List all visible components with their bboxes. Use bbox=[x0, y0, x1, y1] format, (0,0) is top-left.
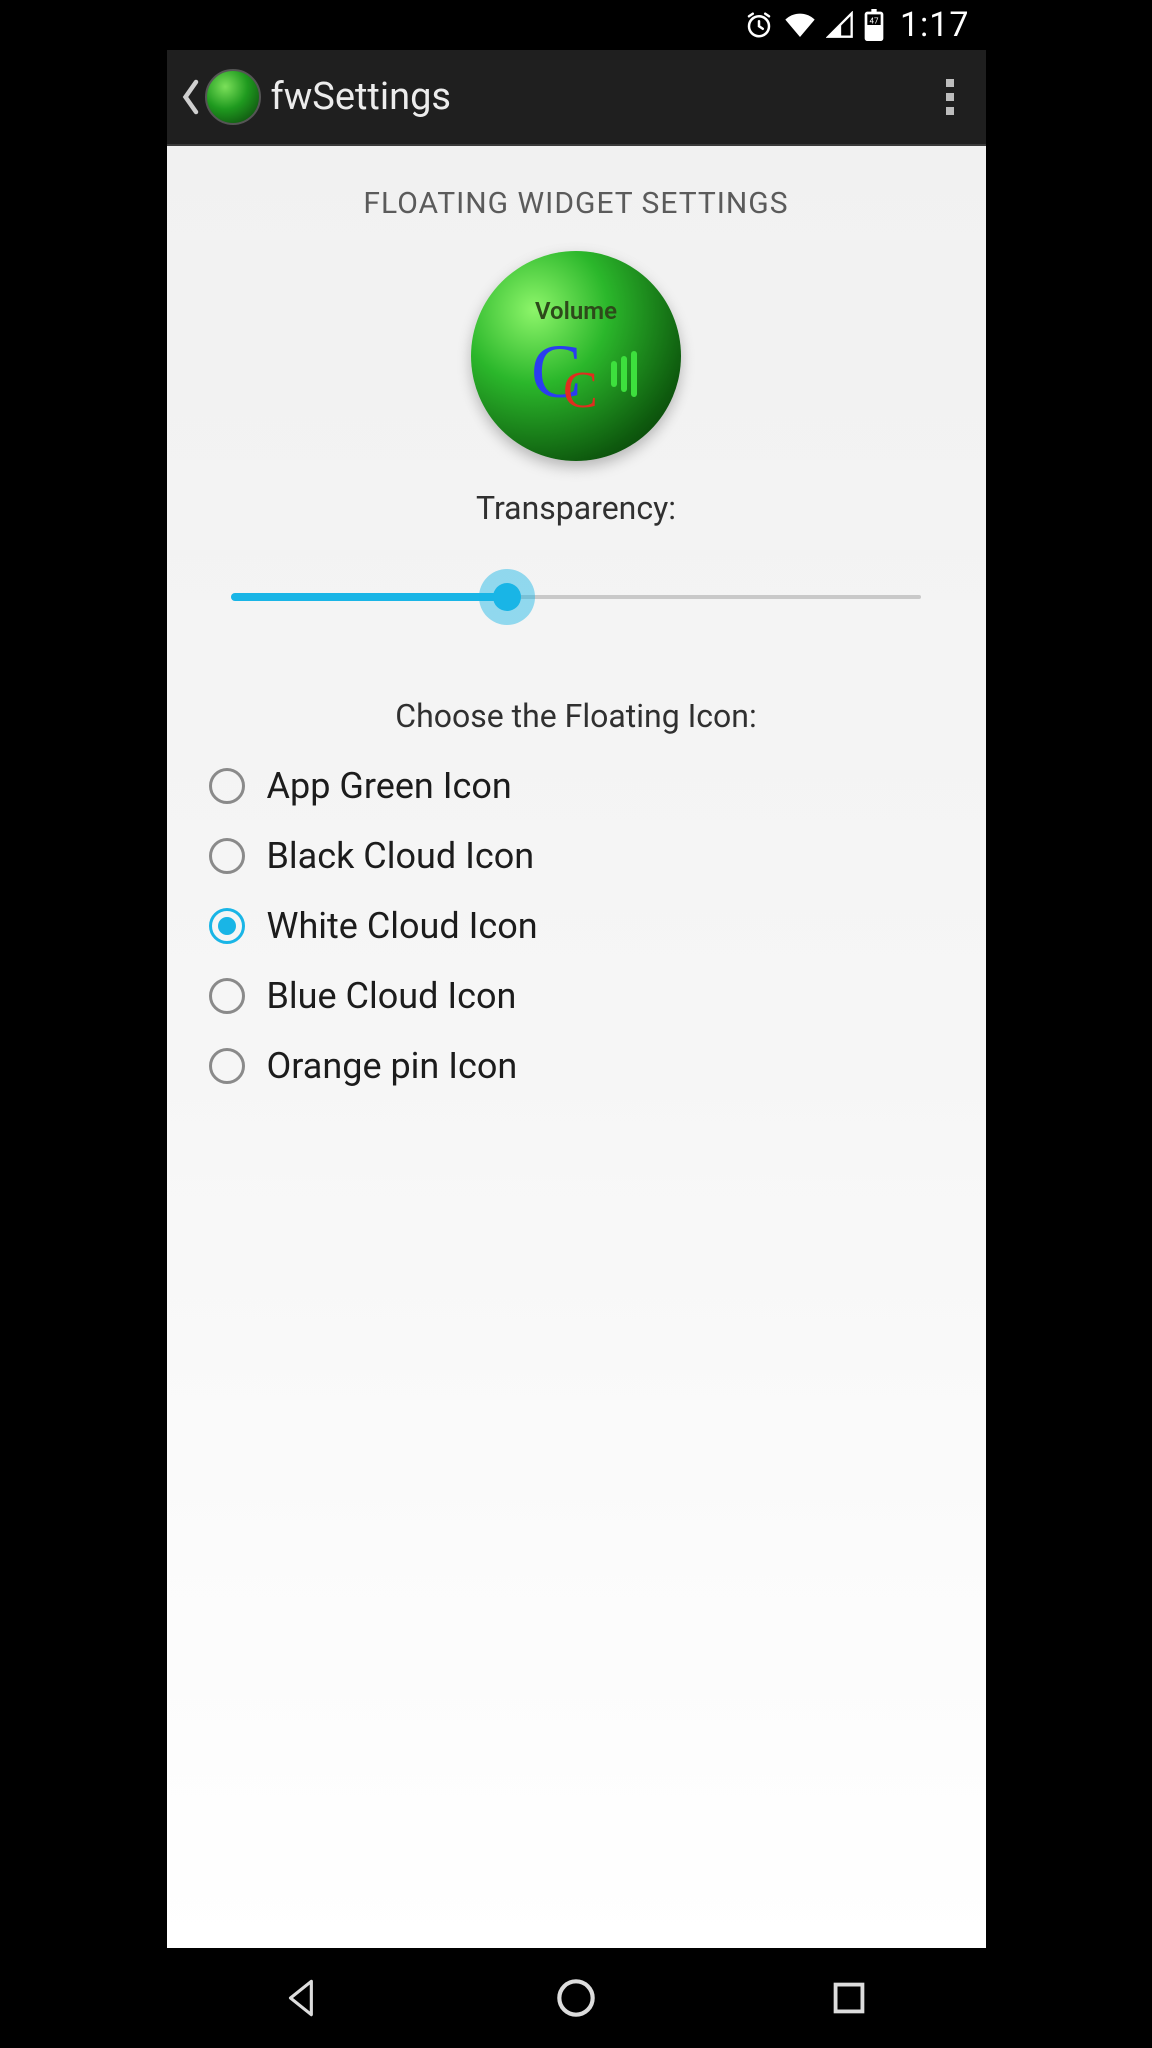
radio-button[interactable] bbox=[209, 908, 245, 944]
status-time: 1:17 bbox=[900, 5, 970, 45]
transparency-label: Transparency: bbox=[476, 489, 676, 527]
nav-back-button[interactable] bbox=[273, 1968, 333, 2028]
status-bar: 47 1:17 bbox=[167, 0, 986, 50]
slider-fill bbox=[231, 593, 507, 601]
radio-button[interactable] bbox=[209, 1048, 245, 1084]
svg-text:47: 47 bbox=[869, 17, 878, 26]
radio-dot-icon bbox=[218, 917, 236, 935]
radio-option[interactable]: App Green Icon bbox=[209, 765, 944, 807]
wifi-icon bbox=[784, 10, 816, 40]
settings-content: FLOATING WIDGET SETTINGS Volume C C Tran… bbox=[167, 146, 986, 1948]
up-caret-icon[interactable] bbox=[179, 77, 201, 117]
overflow-menu-icon[interactable] bbox=[926, 79, 974, 115]
widget-preview-icon: Volume C C bbox=[471, 251, 681, 461]
app-icon[interactable] bbox=[205, 69, 261, 125]
preview-volume-label: Volume bbox=[471, 297, 681, 325]
battery-icon: 47 bbox=[864, 9, 884, 41]
radio-button[interactable] bbox=[209, 978, 245, 1014]
radio-option[interactable]: Black Cloud Icon bbox=[209, 835, 944, 877]
section-header: FLOATING WIDGET SETTINGS bbox=[363, 186, 788, 221]
radio-label: Blue Cloud Icon bbox=[267, 975, 517, 1017]
sound-wave-icon bbox=[611, 351, 637, 397]
nav-home-button[interactable] bbox=[546, 1968, 606, 2028]
radio-label: App Green Icon bbox=[267, 765, 512, 807]
action-bar: fwSettings bbox=[167, 50, 986, 146]
icon-radio-group: App Green Icon Black Cloud Icon White Clou… bbox=[167, 735, 986, 1087]
action-bar-title: fwSettings bbox=[271, 75, 452, 119]
navigation-bar bbox=[167, 1948, 986, 2048]
radio-option[interactable]: White Cloud Icon bbox=[209, 905, 944, 947]
nav-recent-button[interactable] bbox=[819, 1968, 879, 2028]
radio-button[interactable] bbox=[209, 838, 245, 874]
cell-signal-icon bbox=[826, 11, 854, 39]
preview-letter-c-red: C bbox=[563, 361, 598, 420]
radio-option[interactable]: Orange pin Icon bbox=[209, 1045, 944, 1087]
slider-thumb[interactable] bbox=[493, 583, 521, 611]
radio-label: White Cloud Icon bbox=[267, 905, 538, 947]
radio-label: Orange pin Icon bbox=[267, 1045, 518, 1087]
radio-option[interactable]: Blue Cloud Icon bbox=[209, 975, 944, 1017]
choose-icon-label: Choose the Floating Icon: bbox=[395, 697, 756, 735]
radio-label: Black Cloud Icon bbox=[267, 835, 535, 877]
transparency-slider[interactable] bbox=[231, 567, 921, 627]
alarm-icon bbox=[744, 10, 774, 40]
radio-button[interactable] bbox=[209, 768, 245, 804]
